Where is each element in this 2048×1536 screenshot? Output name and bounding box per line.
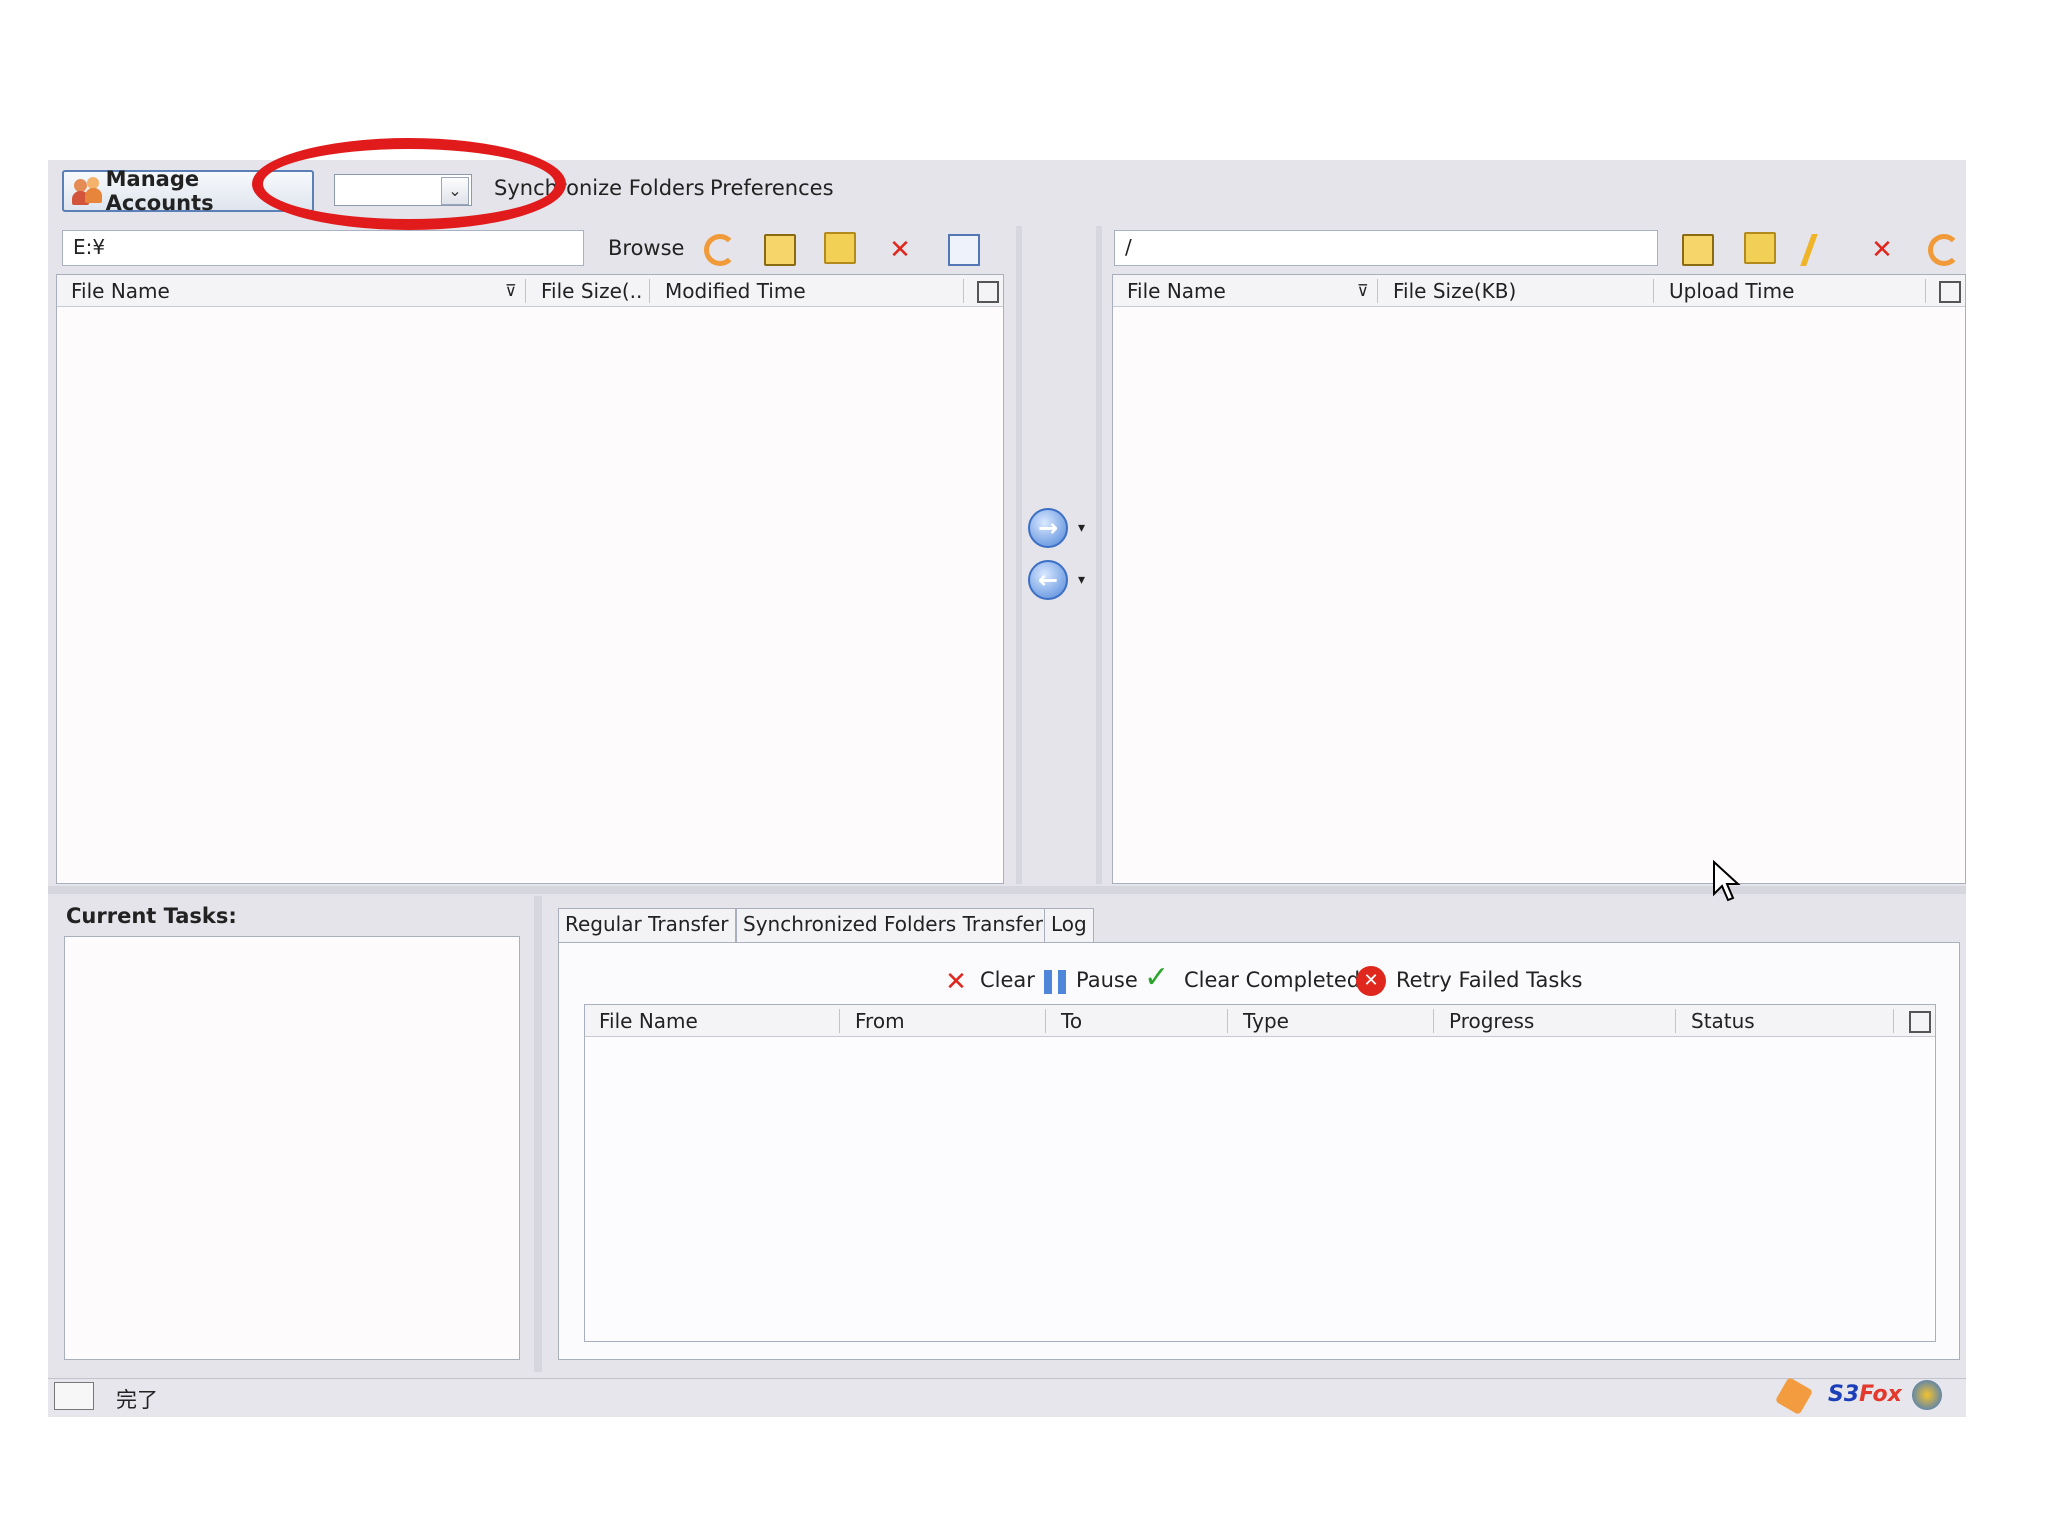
pause-button[interactable]: Pause	[1076, 968, 1138, 992]
clear-button[interactable]: Clear	[980, 968, 1035, 992]
column-picker-icon[interactable]	[977, 281, 999, 303]
local-column-header: File Name ⊽ File Size(.. Modified Time	[57, 275, 1003, 307]
highlight-ellipse	[252, 138, 566, 230]
column-picker-icon[interactable]	[1909, 1011, 1931, 1033]
horizontal-splitter[interactable]	[48, 886, 1966, 894]
clear-icon[interactable]: ✕	[940, 966, 972, 998]
folder-up-icon[interactable]	[764, 234, 796, 266]
remote-path-input[interactable]: /	[1114, 230, 1658, 266]
column-picker-icon[interactable]	[1939, 281, 1961, 303]
remote-col-file-name[interactable]: File Name	[1127, 279, 1226, 303]
preferences-menu[interactable]: Preferences	[710, 176, 834, 200]
folder-up-icon[interactable]	[1682, 234, 1714, 266]
tab-log[interactable]: Log	[1044, 908, 1094, 942]
tab-synchronized-folders-transfer[interactable]: Synchronized Folders Transfer	[736, 908, 1050, 942]
sort-icon[interactable]: ⊽	[1357, 281, 1369, 300]
upload-arrow-icon[interactable]: →	[1028, 508, 1068, 548]
transfer-table[interactable]: File Name From To Type Progress Status	[584, 1004, 1936, 1342]
tasks-splitter[interactable]	[534, 896, 542, 1372]
tab-regular-transfer[interactable]: Regular Transfer	[558, 908, 736, 942]
mouse-cursor-icon	[1713, 860, 1741, 902]
browse-button[interactable]: Browse	[608, 236, 684, 260]
retry-icon[interactable]: ✕	[1356, 966, 1386, 996]
local-col-modified-time[interactable]: Modified Time	[665, 279, 806, 303]
sort-icon[interactable]: ⊽	[505, 281, 517, 300]
transfer-col-type[interactable]: Type	[1243, 1009, 1289, 1033]
new-folder-icon[interactable]	[824, 232, 856, 264]
remote-col-upload-time[interactable]: Upload Time	[1669, 279, 1794, 303]
local-file-list[interactable]: File Name ⊽ File Size(.. Modified Time	[56, 274, 1004, 884]
delete-icon[interactable]: ✕	[1866, 234, 1898, 266]
remote-file-list[interactable]: File Name ⊽ File Size(KB) Upload Time	[1112, 274, 1966, 884]
view-icon[interactable]	[948, 234, 980, 266]
right-splitter[interactable]	[1096, 226, 1102, 884]
pause-icon[interactable]	[1044, 970, 1066, 994]
current-tasks-list[interactable]	[64, 936, 520, 1360]
transfer-column-header: File Name From To Type Progress Status	[585, 1005, 1935, 1037]
remote-column-header: File Name ⊽ File Size(KB) Upload Time	[1113, 275, 1965, 307]
local-path-input[interactable]: E:¥	[62, 230, 584, 266]
transfer-col-from[interactable]: From	[855, 1009, 905, 1033]
refresh-icon[interactable]	[704, 234, 736, 266]
transfer-col-to[interactable]: To	[1061, 1009, 1082, 1033]
status-device-icon	[54, 1382, 94, 1410]
s3fox-logo[interactable]: S3Fox	[1828, 1382, 1902, 1407]
download-dropdown-icon[interactable]: ▾	[1078, 572, 1085, 588]
checkmark-icon[interactable]: ✓	[1144, 960, 1169, 995]
status-bar	[48, 1378, 1966, 1416]
retry-failed-tasks-button[interactable]: Retry Failed Tasks	[1396, 968, 1582, 992]
clear-completed-button[interactable]: Clear Completed	[1184, 968, 1360, 992]
local-col-file-size[interactable]: File Size(..	[541, 279, 642, 303]
globe-icon[interactable]	[1912, 1380, 1942, 1410]
upload-dropdown-icon[interactable]: ▾	[1078, 520, 1085, 536]
people-icon	[72, 176, 102, 206]
left-splitter[interactable]	[1016, 226, 1022, 884]
download-arrow-icon[interactable]: ←	[1028, 560, 1068, 600]
current-tasks-label: Current Tasks:	[66, 904, 237, 928]
refresh-icon[interactable]	[1928, 234, 1960, 266]
transfer-col-progress[interactable]: Progress	[1449, 1009, 1534, 1033]
transfer-col-status[interactable]: Status	[1691, 1009, 1755, 1033]
new-folder-icon[interactable]	[1744, 232, 1776, 264]
remote-col-file-size[interactable]: File Size(KB)	[1393, 279, 1516, 303]
local-col-file-name[interactable]: File Name	[71, 279, 170, 303]
delete-icon[interactable]: ✕	[884, 234, 916, 266]
status-text: 完了	[116, 1388, 158, 1412]
transfer-col-file-name[interactable]: File Name	[599, 1009, 698, 1033]
